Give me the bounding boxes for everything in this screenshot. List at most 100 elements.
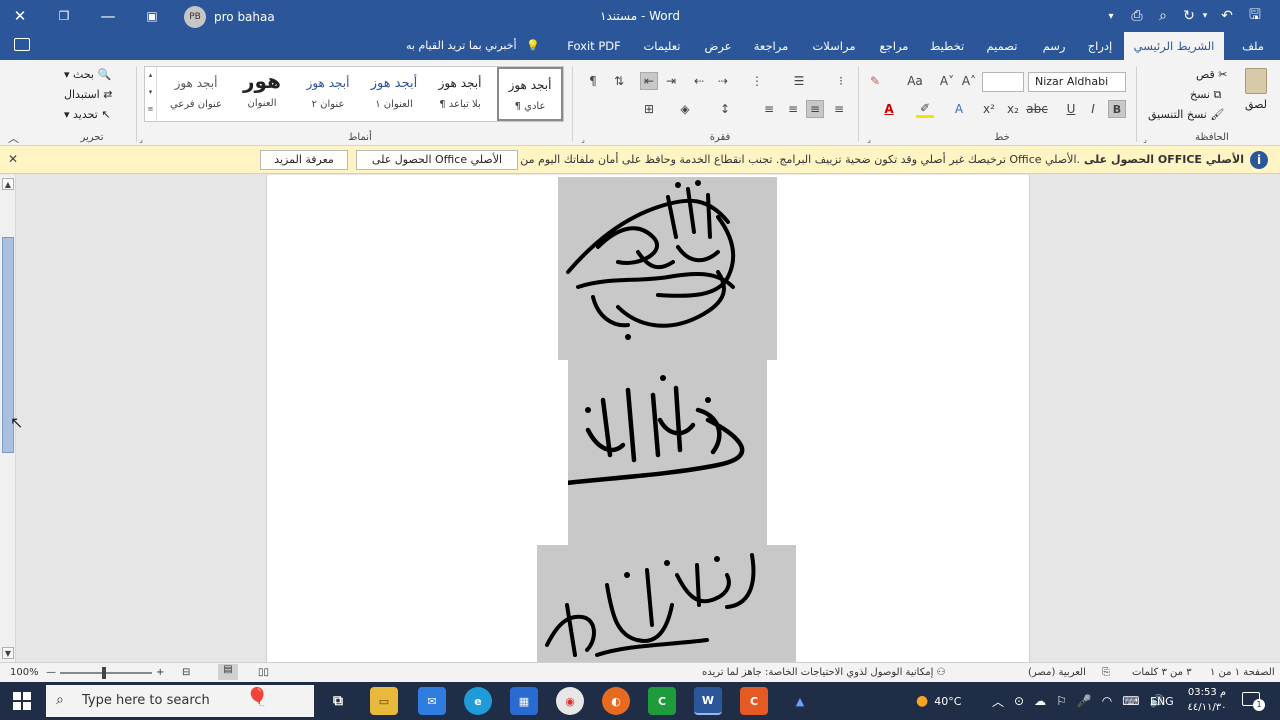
text-effects-icon[interactable]: A bbox=[950, 100, 968, 118]
print-layout-icon[interactable]: ▤ bbox=[218, 664, 238, 680]
change-case-icon[interactable]: Aa bbox=[906, 72, 924, 90]
windows-start-button[interactable] bbox=[0, 682, 44, 720]
page-number[interactable]: الصفحة ١ من ١ bbox=[1210, 667, 1275, 678]
collapse-ribbon-icon[interactable]: ︿ bbox=[8, 130, 19, 146]
bullets-icon[interactable]: ⁝ bbox=[832, 72, 850, 90]
shrink-font-icon[interactable]: A˅ bbox=[938, 72, 956, 90]
tab-mailings[interactable]: مراسلات bbox=[804, 32, 864, 60]
increase-indent-icon[interactable]: ⇢ bbox=[714, 72, 732, 90]
learn-more-button[interactable]: معرفة المزيد bbox=[260, 150, 348, 170]
wifi-icon[interactable]: ◠ bbox=[1102, 694, 1112, 708]
proofing-icon[interactable]: ⎘ bbox=[1102, 667, 1110, 678]
document-icon[interactable]: ⎙ bbox=[1124, 0, 1150, 32]
bold-icon[interactable]: B bbox=[1108, 100, 1126, 118]
clear-formatting-icon[interactable]: ✎ bbox=[866, 72, 884, 90]
save-icon[interactable]: 🖫 bbox=[1242, 0, 1268, 32]
word-count[interactable]: ٣ من ٣ كلمات bbox=[1132, 667, 1192, 678]
tab-design[interactable]: تصميم bbox=[978, 32, 1026, 60]
close-message-icon[interactable]: ✕ bbox=[8, 152, 18, 166]
style-subtitle[interactable]: أبجد هوز عنوان فرعي bbox=[163, 67, 229, 121]
accessibility-status[interactable]: إمكانية الوصول لذوي الاحتياجات الخاصة: ج… bbox=[702, 667, 946, 678]
ltr-icon[interactable]: ⇥ bbox=[662, 72, 680, 90]
underline-icon[interactable]: U bbox=[1062, 100, 1080, 118]
decrease-indent-icon[interactable]: ⇠ bbox=[690, 72, 708, 90]
find-button[interactable]: ▾ بحث 🔍 bbox=[64, 68, 111, 81]
replace-button[interactable]: استبدال ⇄ bbox=[64, 88, 112, 101]
tab-home[interactable]: الشريط الرئيسي bbox=[1124, 32, 1224, 60]
align-left-icon[interactable]: ≡ bbox=[830, 100, 848, 118]
strikethrough-icon[interactable]: abc bbox=[1026, 100, 1048, 118]
highlight-icon[interactable]: ✐ bbox=[916, 100, 934, 118]
borders-icon[interactable]: ⊞ bbox=[640, 100, 658, 118]
style-heading-2[interactable]: أبجد هوز عنوان ٢ bbox=[295, 67, 361, 121]
grow-font-icon[interactable]: A˄ bbox=[960, 72, 978, 90]
read-mode-icon[interactable]: ▯▯ bbox=[258, 667, 269, 678]
close-window-button[interactable]: ✕ bbox=[0, 0, 40, 32]
user-account[interactable]: PB pro bahaa bbox=[184, 6, 275, 28]
style-normal[interactable]: أبجد هوز ¶ عادي bbox=[497, 67, 563, 121]
tab-draw[interactable]: رسم bbox=[1034, 32, 1074, 60]
tab-foxit-pdf[interactable]: Foxit PDF bbox=[562, 32, 626, 60]
tab-file[interactable]: ملف bbox=[1232, 32, 1274, 60]
subscript-icon[interactable]: x₂ bbox=[1004, 100, 1022, 118]
recorder-icon[interactable]: C bbox=[740, 687, 768, 715]
clock[interactable]: 03:53 م ٤٤/١١/٣٠ bbox=[1182, 685, 1232, 715]
camtasia-icon[interactable]: C bbox=[648, 687, 676, 715]
align-center-icon[interactable]: ≡ bbox=[784, 100, 802, 118]
input-language[interactable]: ENG bbox=[1150, 682, 1174, 720]
rtl-icon[interactable]: ⇤ bbox=[640, 72, 658, 90]
zoom-slider-thumb[interactable] bbox=[102, 667, 106, 679]
sort-icon[interactable]: ⇅ bbox=[610, 72, 628, 90]
justify-icon[interactable]: ≡ bbox=[760, 100, 778, 118]
copy-button[interactable]: نسخ ⧉ bbox=[1190, 88, 1221, 102]
undo-icon[interactable]: ↶ bbox=[1214, 0, 1240, 32]
format-painter-button[interactable]: نسخ التنسيق 🖌 bbox=[1148, 108, 1224, 121]
notification-center-icon[interactable]: 1 bbox=[1242, 692, 1265, 711]
cloud-icon[interactable]: ☁ bbox=[1034, 694, 1046, 708]
ribbon-display-options-icon[interactable]: ▣ bbox=[132, 0, 172, 32]
chrome-icon[interactable]: ◉ bbox=[556, 687, 584, 715]
tab-view[interactable]: عرض bbox=[698, 32, 738, 60]
shading-icon[interactable]: ◈ bbox=[676, 100, 694, 118]
get-genuine-office-button[interactable]: الحصول على Office الأصلي bbox=[356, 150, 518, 170]
scroll-down-arrow-icon[interactable]: ▼ bbox=[2, 647, 14, 659]
cut-button[interactable]: قص ✂ bbox=[1196, 68, 1227, 81]
word-app-icon[interactable]: W bbox=[694, 687, 722, 715]
microphone-icon[interactable]: 🎤 bbox=[1077, 694, 1092, 708]
superscript-icon[interactable]: x² bbox=[980, 100, 998, 118]
select-button[interactable]: ▾ تحديد ↖ bbox=[64, 108, 111, 121]
zoom-slider[interactable] bbox=[60, 667, 152, 679]
tab-layout[interactable]: تخطيط bbox=[924, 32, 970, 60]
numbering-icon[interactable]: ☰ bbox=[790, 72, 808, 90]
language-status[interactable]: العربية (مصر) bbox=[1028, 667, 1086, 678]
bluetooth-icon[interactable]: ⚐ bbox=[1056, 694, 1067, 708]
tab-insert[interactable]: إدراج bbox=[1082, 32, 1118, 60]
scroll-up-arrow-icon[interactable]: ▲ bbox=[2, 178, 14, 190]
style-no-spacing[interactable]: أبجد هوز ¶ بلا تباعد bbox=[427, 67, 493, 121]
multilevel-list-icon[interactable]: ⋮ bbox=[748, 72, 766, 90]
comments-icon[interactable] bbox=[14, 38, 30, 51]
weather-widget[interactable]: ● 40°C bbox=[916, 682, 961, 720]
calligraphy-image-jalla-jalaluh[interactable] bbox=[568, 360, 767, 545]
print-preview-icon[interactable]: ⌕ bbox=[1150, 0, 1176, 32]
customize-qat-icon[interactable]: ▾ bbox=[1098, 0, 1124, 32]
taskbar-search-box[interactable]: ⌕ Type here to search 🎈 bbox=[46, 685, 314, 717]
illustrator-icon[interactable]: ▲ bbox=[786, 687, 814, 715]
web-layout-icon[interactable]: ⊟ bbox=[182, 667, 190, 678]
calligraphy-image-basmala[interactable] bbox=[537, 545, 796, 662]
line-spacing-icon[interactable]: ↕ bbox=[716, 100, 734, 118]
paste-button[interactable]: لصق bbox=[1240, 66, 1272, 118]
zoom-in-icon[interactable]: + bbox=[156, 667, 164, 678]
tray-app-icon[interactable]: ⊙ bbox=[1014, 694, 1024, 708]
restore-window-button[interactable]: ❐ bbox=[44, 0, 84, 32]
mail-icon[interactable]: ✉ bbox=[418, 687, 446, 715]
edge-browser-icon[interactable]: e bbox=[464, 687, 492, 715]
zoom-out-icon[interactable]: — bbox=[46, 667, 56, 678]
tab-review[interactable]: مراجعة bbox=[746, 32, 796, 60]
chevron-up-icon[interactable]: ︿ bbox=[992, 693, 1004, 710]
firefox-icon[interactable]: ◐ bbox=[602, 687, 630, 715]
style-heading-1[interactable]: أبجد هوز العنوان ١ bbox=[361, 67, 427, 121]
font-color-icon[interactable]: A bbox=[880, 100, 898, 118]
task-view-icon[interactable]: ⧉ bbox=[324, 687, 352, 715]
store-icon[interactable]: ▦ bbox=[510, 687, 538, 715]
